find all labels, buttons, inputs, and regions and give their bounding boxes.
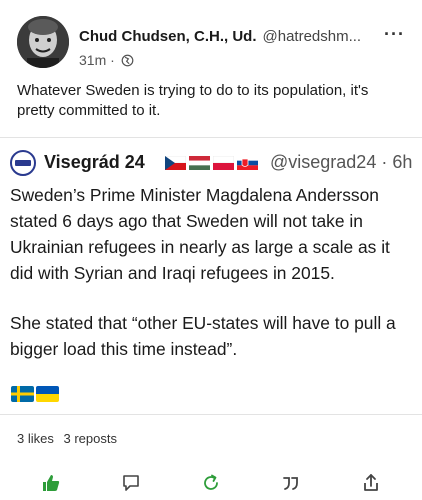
share-button[interactable]	[358, 470, 384, 496]
quoted-emoji-flags	[11, 386, 59, 402]
quoted-handle-time[interactable]: @visegrad24 · 6h	[270, 152, 412, 173]
quoted-post[interactable]: Visegrád 24 @visegrad24 · 6h Sweden’s Pr…	[0, 138, 422, 414]
author-line: Chud Chudsen, C.H., Ud. @hatredshm...	[79, 28, 409, 48]
globe-icon	[121, 54, 134, 67]
slovakia-flag	[237, 156, 258, 170]
author-display-name[interactable]: Chud Chudsen, C.H., Ud.	[79, 28, 257, 45]
more-options-icon[interactable]: ···	[384, 24, 405, 45]
like-icon	[43, 475, 60, 491]
repost-button[interactable]	[198, 470, 224, 496]
post-stats: 3 likes 3 reposts	[17, 431, 123, 446]
post-header: Chud Chudsen, C.H., Ud. @hatredshm... ···…	[13, 14, 413, 74]
poland-flag	[213, 156, 234, 170]
quoted-paragraph: Sweden’s Prime Minister Magdalena Anders…	[10, 185, 390, 283]
quoted-display-name[interactable]: Visegrád 24	[44, 152, 145, 173]
reply-button[interactable]	[118, 470, 144, 496]
divider	[0, 414, 422, 415]
quote-button[interactable]	[278, 470, 304, 496]
like-button[interactable]	[38, 470, 64, 496]
likes-count[interactable]: 3 likes	[17, 431, 54, 446]
quoted-post-header: Visegrád 24 @visegrad24 · 6h	[10, 146, 420, 176]
quoted-name-flags	[165, 156, 258, 170]
share-icon	[364, 474, 378, 491]
reply-icon	[123, 475, 139, 491]
quote-icon	[283, 477, 298, 490]
repost-icon	[204, 474, 218, 490]
reposts-count[interactable]: 3 reposts	[63, 431, 116, 446]
quoted-body: Sweden’s Prime Minister Magdalena Anders…	[10, 182, 415, 362]
quoted-avatar[interactable]	[10, 150, 36, 176]
action-bar	[0, 470, 422, 496]
post: Chud Chudsen, C.H., Ud. @hatredshm... ···…	[0, 0, 422, 500]
avatar[interactable]	[17, 16, 69, 68]
author-handle[interactable]: @hatredshm...	[263, 28, 362, 45]
quoted-paragraph: She stated that “other EU-states will ha…	[10, 313, 396, 359]
post-meta: 31m ·	[79, 52, 134, 68]
sweden-flag	[11, 386, 34, 402]
hungary-flag	[189, 156, 210, 170]
post-time: 31m	[79, 52, 107, 68]
post-body: Whatever Sweden is trying to do to its p…	[17, 82, 369, 119]
ukraine-flag	[36, 386, 59, 402]
czech-flag	[165, 156, 186, 170]
